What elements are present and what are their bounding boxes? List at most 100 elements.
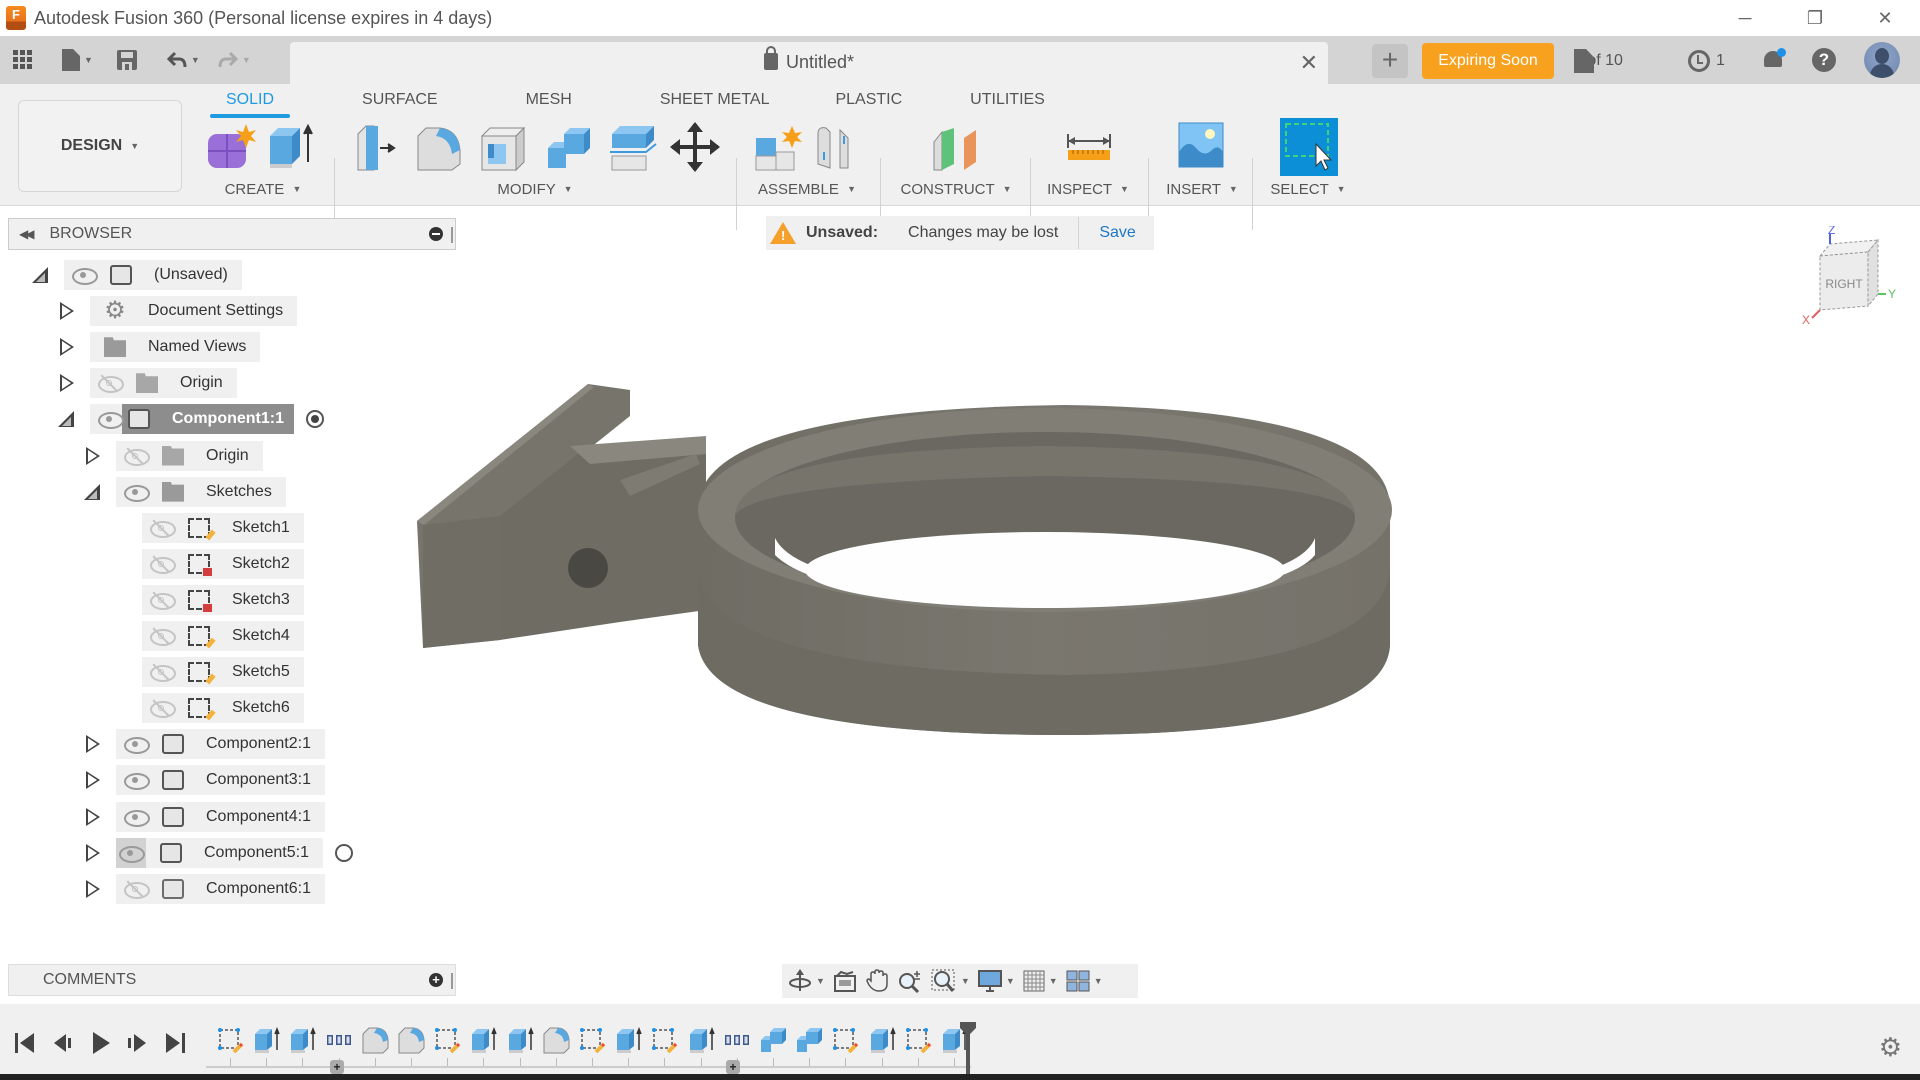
tab-sheet-metal[interactable]: SHEET METAL <box>660 90 770 118</box>
pan-button[interactable] <box>865 964 889 998</box>
expiring-soon-button[interactable]: Expiring Soon <box>1422 43 1554 79</box>
browser-item[interactable]: Sketch2 <box>108 548 304 579</box>
history-button[interactable]: 1 <box>1688 46 1725 76</box>
timeline-feature-combine[interactable] <box>795 1026 823 1054</box>
timeline-group-expand[interactable]: + <box>726 1060 740 1074</box>
browser-node[interactable]: Component4:1 <box>116 801 325 832</box>
expand-triangle-icon[interactable] <box>56 337 76 357</box>
help-button[interactable]: ? <box>1812 48 1836 72</box>
browser-node[interactable]: Sketch1 <box>142 512 304 543</box>
tab-plastic[interactable]: PLASTIC <box>835 90 902 118</box>
browser-item[interactable]: ⚙ Document Settings <box>56 296 298 327</box>
browser-item[interactable]: Named Views <box>56 332 261 363</box>
redo-button[interactable]: ▼ <box>218 44 251 76</box>
timeline-feature-fillet[interactable] <box>542 1026 570 1054</box>
new-component-icon[interactable] <box>752 124 802 172</box>
browser-item[interactable]: Sketch1 <box>108 512 304 543</box>
eye-hidden-icon[interactable] <box>150 699 176 719</box>
timeline-feature-extrude[interactable] <box>614 1026 642 1054</box>
3d-model[interactable] <box>417 384 1392 735</box>
browser-node[interactable]: ⚙ Document Settings <box>90 296 298 327</box>
play-button[interactable] <box>88 1030 114 1056</box>
look-at-button[interactable] <box>833 964 857 998</box>
browser-node[interactable]: Sketch4 <box>142 621 304 651</box>
browser-item[interactable]: Component3:1 <box>82 765 325 796</box>
eye-hidden-icon[interactable] <box>124 880 150 899</box>
expand-triangle-icon[interactable] <box>82 446 102 466</box>
timeline-feature-sketch[interactable] <box>904 1026 932 1054</box>
eye-icon[interactable] <box>98 412 124 430</box>
orbit-button[interactable]: ▼ <box>788 964 825 998</box>
browser-item[interactable]: Sketch5 <box>108 657 304 688</box>
eye-icon[interactable] <box>124 773 150 791</box>
collapse-triangle-icon[interactable] <box>30 265 50 285</box>
eye-hover-box[interactable] <box>116 837 146 868</box>
timeline-feature-extrude[interactable] <box>868 1026 896 1054</box>
expand-triangle-icon[interactable] <box>82 770 102 790</box>
eye-hidden-icon[interactable] <box>98 374 124 394</box>
modify-menu[interactable]: MODIFY ▼ <box>340 181 730 198</box>
assemble-menu[interactable]: ASSEMBLE ▼ <box>742 181 872 198</box>
apps-grid-button[interactable] <box>10 44 36 76</box>
expand-triangle-icon[interactable] <box>82 734 102 754</box>
eye-hidden-icon[interactable] <box>150 591 176 610</box>
notifications-button[interactable] <box>1762 48 1786 72</box>
offset-face-icon[interactable] <box>608 124 658 172</box>
browser-node[interactable]: Origin <box>116 440 263 471</box>
expand-triangle-icon[interactable] <box>56 301 76 321</box>
timeline-marker[interactable] <box>960 1022 976 1074</box>
timeline-feature-extrude[interactable] <box>687 1026 715 1054</box>
tab-surface[interactable]: SURFACE <box>362 90 438 118</box>
job-status-button[interactable]: 9 of 10 <box>1574 46 1623 76</box>
timeline-feature-extrude[interactable] <box>506 1026 534 1054</box>
collapse-triangle-icon[interactable] <box>56 409 76 429</box>
collapse-browser-icon[interactable]: ◀◀ <box>19 227 35 241</box>
display-settings-button[interactable]: ▼ <box>977 964 1015 998</box>
timeline-feature-sketch[interactable] <box>578 1026 606 1054</box>
timeline-feature-pattern[interactable] <box>325 1026 353 1054</box>
browser-item[interactable]: Sketch6 <box>108 693 304 724</box>
tab-utilities[interactable]: UTILITIES <box>970 90 1045 118</box>
eye-hidden-icon[interactable] <box>150 663 176 683</box>
previous-step-button[interactable] <box>50 1030 76 1056</box>
eye-hidden-icon[interactable] <box>150 555 176 574</box>
browser-node[interactable]: Component5:1 <box>116 837 323 868</box>
timeline-feature-sketch[interactable] <box>216 1026 244 1054</box>
add-comment-button[interactable]: + <box>429 973 443 987</box>
eye-icon[interactable] <box>72 268 98 285</box>
timeline-feature-fillet[interactable] <box>361 1026 389 1054</box>
browser-node[interactable]: Component2:1 <box>116 729 325 760</box>
new-tab-button[interactable]: + <box>1372 44 1408 78</box>
save-link[interactable]: Save <box>1099 224 1135 242</box>
construct-menu[interactable]: CONSTRUCT ▼ <box>886 181 1026 198</box>
browser-resize-handle[interactable] <box>451 227 453 243</box>
timeline-feature-extrude[interactable] <box>252 1026 280 1054</box>
browser-minimize-button[interactable] <box>429 227 443 241</box>
combine-icon[interactable] <box>544 124 594 172</box>
save-button[interactable] <box>116 44 137 76</box>
browser-item[interactable]: Component6:1 <box>82 873 325 904</box>
browser-item[interactable]: Origin <box>82 440 263 471</box>
go-to-start-button[interactable] <box>12 1030 38 1056</box>
select-icon[interactable] <box>1280 118 1338 176</box>
offset-plane-icon[interactable] <box>930 124 980 172</box>
user-avatar[interactable] <box>1864 42 1900 78</box>
browser-item[interactable]: Origin <box>56 368 237 399</box>
browser-item[interactable]: Sketches <box>82 476 286 507</box>
tab-mesh[interactable]: MESH <box>526 90 572 118</box>
create-form-icon[interactable] <box>206 122 256 170</box>
timeline-feature-combine[interactable] <box>759 1026 787 1054</box>
timeline-feature-pattern[interactable] <box>723 1026 751 1054</box>
eye-hidden-icon[interactable] <box>124 447 150 466</box>
browser-item[interactable]: Component2:1 <box>82 729 325 760</box>
select-menu[interactable]: SELECT ▼ <box>1258 181 1358 198</box>
document-tab[interactable]: Untitled* ✕ <box>290 42 1328 84</box>
workspace-switcher[interactable]: DESIGN ▼ <box>18 100 182 192</box>
joint-icon[interactable] <box>814 124 860 172</box>
timeline-feature-sketch[interactable] <box>433 1026 461 1054</box>
viewcube-face-label[interactable]: RIGHT <box>1825 277 1863 291</box>
timeline-settings-gear-icon[interactable]: ⚙ <box>1879 1032 1902 1063</box>
insert-menu[interactable]: INSERT ▼ <box>1154 181 1250 198</box>
shell-icon[interactable] <box>478 124 528 172</box>
timeline-feature-sketch[interactable] <box>650 1026 678 1054</box>
